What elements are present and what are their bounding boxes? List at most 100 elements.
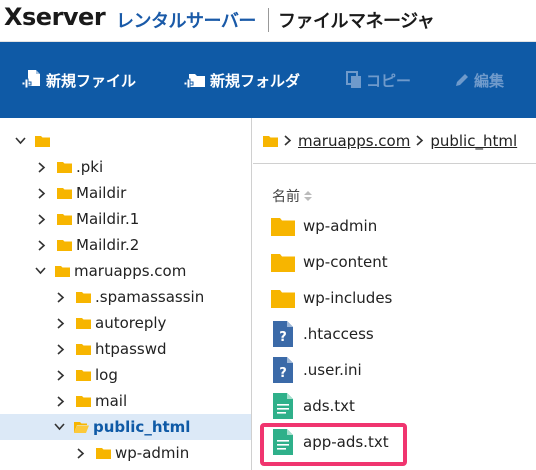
tree-item-htpasswd[interactable]: htpasswd xyxy=(0,336,251,362)
new-folder-button[interactable]: 新規フォルダ xyxy=(184,68,300,92)
folder-icon xyxy=(76,318,91,329)
folder-icon xyxy=(57,214,72,225)
copy-button[interactable]: コピー xyxy=(346,68,411,92)
brand-logo[interactable]: Xserver xyxy=(4,3,106,31)
page-title: ファイルマネージャ xyxy=(278,11,435,32)
tree-item-root[interactable] xyxy=(0,128,251,154)
folder-icon xyxy=(55,266,70,277)
tree-item-maildir[interactable]: Maildir xyxy=(0,180,251,206)
chevron-right-icon[interactable] xyxy=(35,238,49,252)
edit-label: 編集 xyxy=(474,71,505,90)
list-item[interactable]: ads.txt xyxy=(253,388,536,424)
list-item[interactable]: wp-content xyxy=(253,244,536,280)
brand-subtitle: レンタルサーバー xyxy=(116,11,256,32)
directory-tree: .pki Maildir Maildir.1 Maildir.2 maruapp… xyxy=(0,118,252,470)
breadcrumb: maruapps.com public_html xyxy=(253,118,536,164)
folder-open-icon xyxy=(74,422,89,433)
folder-icon xyxy=(76,292,91,303)
chevron-right-icon[interactable] xyxy=(35,160,49,174)
tree-item-maildir-2[interactable]: Maildir.2 xyxy=(0,232,251,258)
folder-icon xyxy=(271,290,295,308)
folder-icon xyxy=(76,370,91,381)
tree-item-label: wp-admin xyxy=(115,444,190,462)
copy-label: コピー xyxy=(366,71,412,90)
svg-text:?: ? xyxy=(279,366,287,381)
breadcrumb-item-maruapps[interactable]: maruapps.com xyxy=(298,132,410,150)
tree-item-label: Maildir.2 xyxy=(76,236,140,254)
text-file-icon xyxy=(273,393,293,419)
breadcrumb-item-public-html[interactable]: public_html xyxy=(430,132,517,150)
chevron-right-icon[interactable] xyxy=(54,316,68,330)
tree-item-label: .pki xyxy=(76,158,104,176)
file-name: .user.ini xyxy=(303,361,362,379)
chevron-right-icon[interactable] xyxy=(54,342,68,356)
chevron-right-icon xyxy=(284,135,292,146)
unknown-file-icon: ? xyxy=(273,321,293,347)
file-list-panel: maruapps.com public_html 名前 wp-admin wp-… xyxy=(253,118,536,470)
tree-item-log[interactable]: log xyxy=(0,362,251,388)
list-item[interactable]: ? .htaccess xyxy=(253,316,536,352)
chevron-right-icon[interactable] xyxy=(54,368,68,382)
tree-item-label: Maildir.1 xyxy=(76,210,140,228)
unknown-file-icon: ? xyxy=(273,357,293,383)
toolbar: 新規ファイル 新規フォルダ コピー 編集 xyxy=(0,42,536,118)
chevron-right-icon[interactable] xyxy=(35,186,49,200)
new-folder-label: 新規フォルダ xyxy=(210,71,301,90)
tree-item-pki[interactable]: .pki xyxy=(0,154,251,180)
tree-item-autoreply[interactable]: autoreply xyxy=(0,310,251,336)
chevron-down-icon[interactable] xyxy=(33,264,47,278)
folder-icon[interactable] xyxy=(263,135,278,147)
folder-icon xyxy=(271,254,295,272)
copy-icon xyxy=(346,71,361,88)
folder-icon xyxy=(57,240,72,251)
tree-item-label: .spamassassin xyxy=(95,288,205,306)
folder-icon xyxy=(76,344,91,355)
file-name: .htaccess xyxy=(303,325,374,343)
new-file-button[interactable]: 新規ファイル xyxy=(22,68,136,92)
new-folder-icon xyxy=(184,74,205,89)
tree-item-public-html[interactable]: public_html xyxy=(0,414,251,440)
list-item[interactable]: wp-includes xyxy=(253,280,536,316)
tree-item-label: maruapps.com xyxy=(74,262,187,280)
tree-item-label: htpasswd xyxy=(95,340,167,358)
header-divider xyxy=(268,8,269,32)
app-header: Xserver レンタルサーバー ファイルマネージャ xyxy=(0,0,536,42)
file-name: wp-content xyxy=(303,253,388,271)
chevron-right-icon[interactable] xyxy=(74,446,88,460)
folder-icon xyxy=(96,448,111,459)
highlight-box xyxy=(260,423,407,466)
tree-item-maildir-1[interactable]: Maildir.1 xyxy=(0,206,251,232)
tree-item-label: Maildir xyxy=(76,184,127,202)
chevron-right-icon[interactable] xyxy=(54,290,68,304)
file-name: ads.txt xyxy=(303,397,355,415)
tree-item-label: public_html xyxy=(93,418,191,436)
pencil-icon xyxy=(456,74,468,86)
new-file-icon xyxy=(22,70,40,89)
chevron-down-icon[interactable] xyxy=(52,420,66,434)
svg-text:?: ? xyxy=(279,330,287,345)
chevron-right-icon xyxy=(416,135,424,146)
folder-icon xyxy=(57,162,72,173)
folder-icon xyxy=(76,396,91,407)
tree-item-label: log xyxy=(95,366,118,384)
sort-icon xyxy=(304,191,312,201)
folder-icon xyxy=(57,188,72,199)
list-item[interactable]: ? .user.ini xyxy=(253,352,536,388)
tree-item-wp-admin[interactable]: wp-admin xyxy=(0,440,251,466)
tree-item-label: autoreply xyxy=(95,314,167,332)
file-name: wp-includes xyxy=(303,289,393,307)
chevron-down-icon[interactable] xyxy=(13,134,27,148)
edit-button[interactable]: 編集 xyxy=(454,68,504,92)
chevron-right-icon[interactable] xyxy=(54,394,68,408)
tree-item-spamassassin[interactable]: .spamassassin xyxy=(0,284,251,310)
column-header-name[interactable]: 名前 xyxy=(272,186,312,206)
chevron-right-icon[interactable] xyxy=(35,212,49,226)
column-header-label: 名前 xyxy=(272,189,300,205)
new-file-label: 新規ファイル xyxy=(46,71,137,90)
file-name: wp-admin xyxy=(303,217,378,235)
tree-item-mail[interactable]: mail xyxy=(0,388,251,414)
tree-item-label: mail xyxy=(95,392,128,410)
folder-icon xyxy=(35,136,50,147)
tree-item-maruapps[interactable]: maruapps.com xyxy=(0,258,251,284)
list-item[interactable]: wp-admin xyxy=(253,208,536,244)
